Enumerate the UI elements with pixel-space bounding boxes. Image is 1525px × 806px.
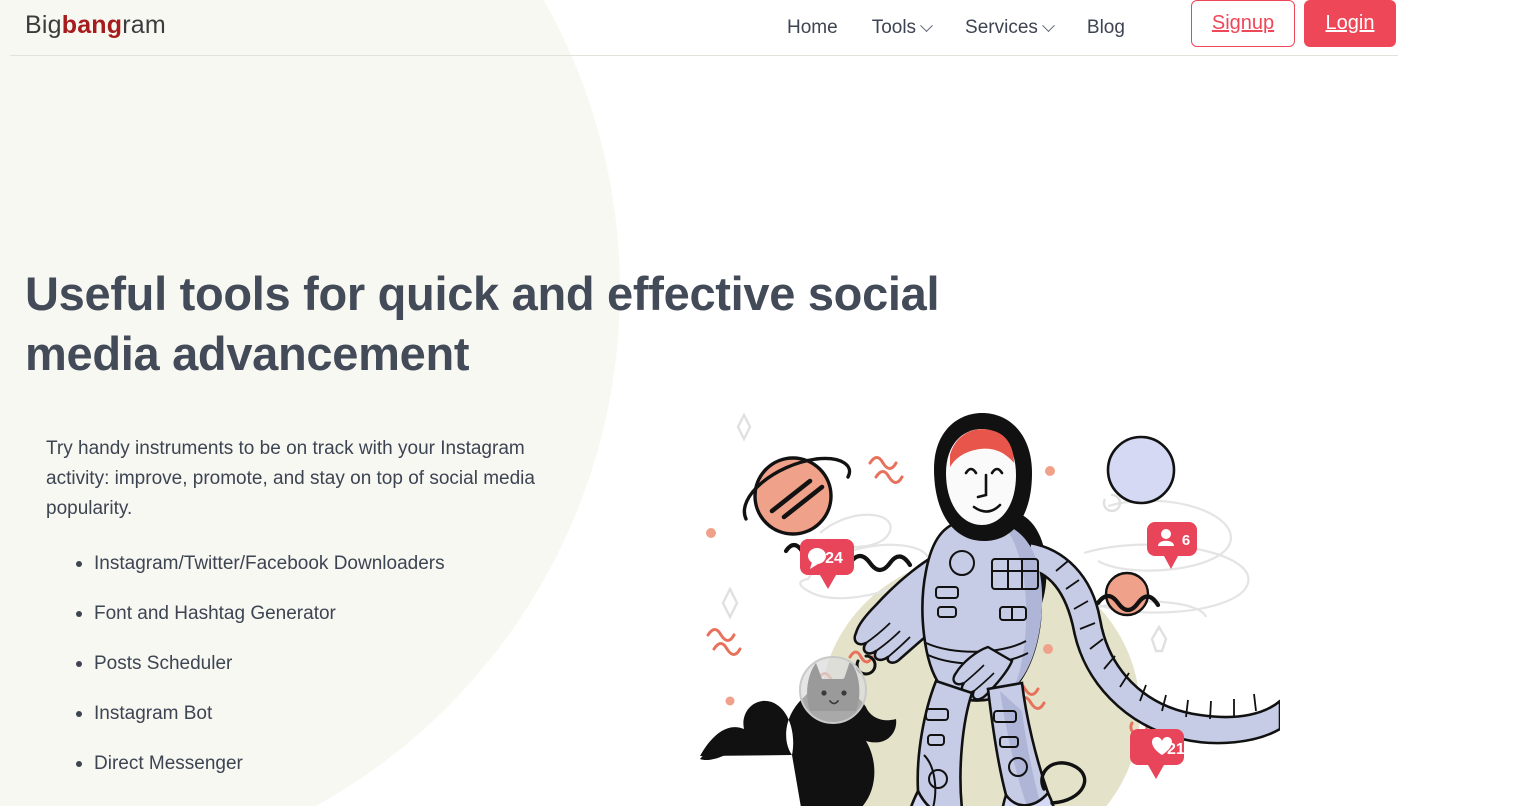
feature-list: Instagram/Twitter/Facebook Downloaders F…: [46, 552, 606, 802]
chevron-down-icon: [920, 18, 933, 32]
comment-badge: 24: [800, 539, 854, 589]
bullet-icon: [76, 761, 82, 767]
logo-accent: bang: [61, 11, 123, 39]
nav-item-home[interactable]: Home: [770, 0, 855, 56]
logo-suffix: ram: [122, 11, 166, 39]
like-badge: 21: [1130, 729, 1185, 779]
list-item-label: Posts Scheduler: [94, 653, 233, 674]
list-item: Posts Scheduler: [46, 652, 606, 676]
list-item: Direct Messenger: [46, 752, 606, 776]
nav-label: Home: [787, 17, 838, 38]
logo-prefix: Big: [25, 11, 62, 39]
bullet-icon: [76, 561, 82, 567]
site-logo[interactable]: Bigbangram: [25, 11, 166, 40]
svg-text:21: 21: [1167, 741, 1185, 758]
page-root: Bigbangram Home Tools Services Blog Sign…: [0, 0, 1525, 806]
nav-label: Blog: [1086, 17, 1125, 38]
astronaut-with-cat-illustration: 24 6 21: [700, 411, 1280, 806]
svg-text:24: 24: [825, 550, 843, 567]
list-item: Instagram Bot: [46, 702, 606, 726]
follower-badge: 6: [1147, 522, 1197, 569]
header-actions: Signup Login: [1191, 0, 1396, 47]
list-item-label: Instagram/Twitter/Facebook Downloaders: [94, 553, 445, 574]
nav-label: Tools: [871, 17, 917, 38]
nav-item-services[interactable]: Services: [948, 0, 1070, 56]
header-inner: Bigbangram Home Tools Services Blog Sign…: [0, 0, 1398, 56]
nav-item-blog[interactable]: Blog: [1070, 0, 1142, 56]
bullet-icon: [76, 661, 82, 667]
header-divider: [10, 55, 1398, 56]
bullet-icon: [76, 711, 82, 717]
hero-subtitle: Try handy instruments to be on track wit…: [46, 438, 535, 519]
signup-button[interactable]: Signup: [1191, 0, 1295, 47]
list-item: Instagram/Twitter/Facebook Downloaders: [46, 552, 606, 576]
nav-label: Services: [965, 17, 1038, 38]
svg-text:6: 6: [1182, 532, 1190, 549]
chevron-down-icon: [1042, 18, 1055, 32]
login-button[interactable]: Login: [1304, 0, 1396, 47]
page-title: Useful tools for quick and effective soc…: [25, 267, 940, 380]
hero-section: Useful tools for quick and effective soc…: [0, 56, 1398, 806]
nav-item-tools[interactable]: Tools: [855, 0, 948, 56]
site-header: Bigbangram Home Tools Services Blog Sign…: [0, 0, 1398, 56]
blue-sphere: [1106, 435, 1176, 505]
list-item: Font and Hashtag Generator: [46, 602, 606, 626]
main-navigation: Home Tools Services Blog: [770, 0, 1142, 56]
list-item-label: Direct Messenger: [94, 753, 243, 774]
bullet-icon: [76, 611, 82, 617]
list-item-label: Instagram Bot: [94, 703, 213, 724]
list-item-label: Font and Hashtag Generator: [94, 603, 336, 624]
